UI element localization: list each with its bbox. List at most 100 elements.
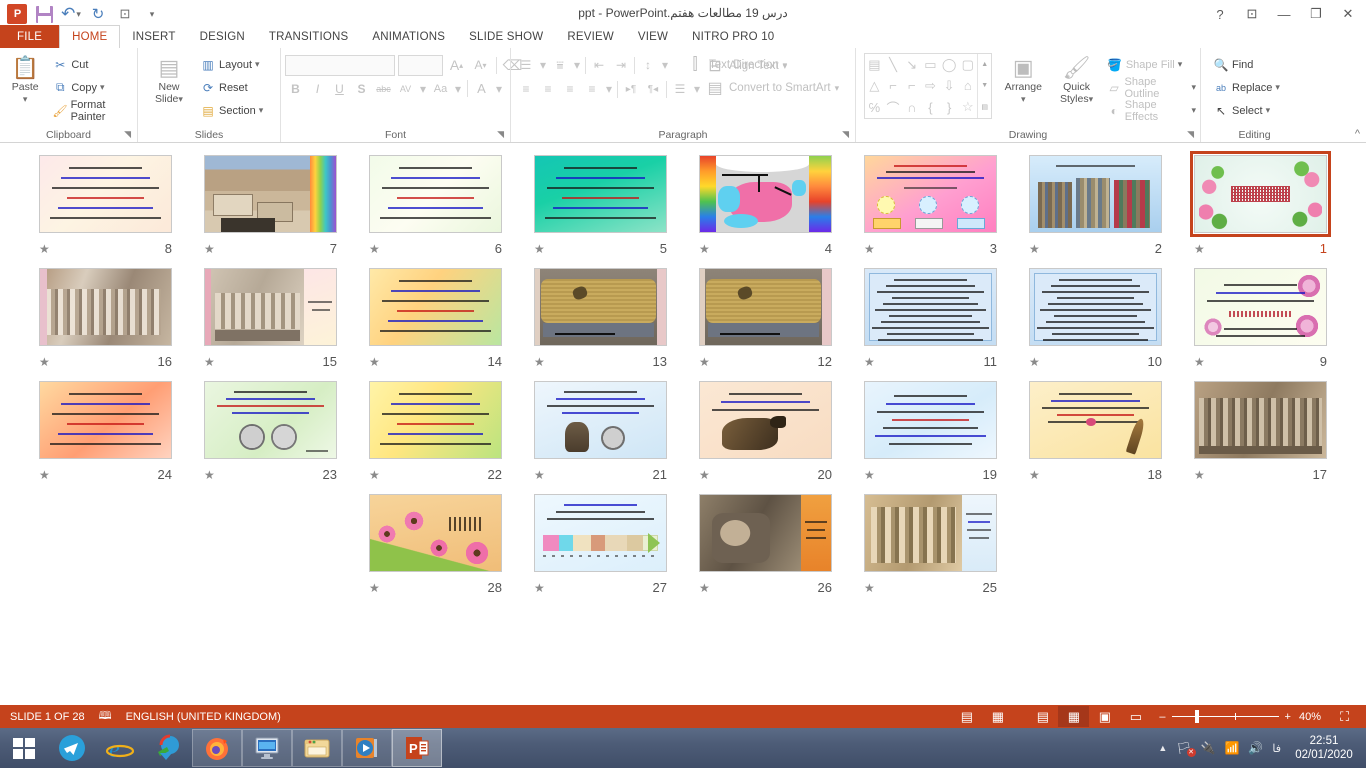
line-spacing-button[interactable]: ↕ — [637, 55, 659, 76]
shape-outline-button[interactable]: ▱ Shape Outline ▾ — [1105, 76, 1196, 99]
language-indicator-tray[interactable]: فا — [1272, 742, 1281, 755]
chevron-down-icon[interactable]: ▾ — [493, 78, 505, 99]
shape-elbow-connector-icon[interactable]: ⌐ — [884, 75, 903, 96]
cut-button[interactable]: ✂ Cut — [50, 53, 133, 76]
slide-animation-star-icon[interactable]: ★ — [1194, 468, 1205, 482]
slide-animation-star-icon[interactable]: ★ — [864, 581, 875, 595]
slide-thumbnail-20[interactable] — [695, 377, 836, 463]
bold-button[interactable]: B — [285, 78, 306, 99]
chevron-down-icon[interactable]: ▾ — [417, 78, 429, 99]
shape-pentagon-icon[interactable]: ⌂ — [958, 75, 977, 96]
shape-oval-icon[interactable]: ◯ — [940, 54, 959, 75]
remote-desktop-icon[interactable] — [242, 729, 292, 767]
shape-textbox-icon[interactable]: ▤ — [865, 54, 884, 75]
slide-thumbnail-item[interactable]: ★1 — [1178, 143, 1343, 256]
slide-thumbnail-14[interactable] — [365, 264, 506, 350]
slide-animation-star-icon[interactable]: ★ — [1029, 468, 1040, 482]
slide-animation-star-icon[interactable]: ★ — [39, 468, 50, 482]
slide-thumbnail-3[interactable] — [860, 151, 1001, 237]
shrink-font-icon[interactable]: A▾ — [470, 55, 491, 76]
reset-button[interactable]: ⟳ Reset — [198, 76, 263, 99]
volume-icon[interactable]: 🔊 — [1248, 741, 1263, 755]
quick-styles-button[interactable]: 🖌 Quick Styles▾ — [1054, 53, 1099, 105]
slide-thumbnail-item[interactable]: ★15 — [188, 256, 353, 369]
paragraph-dialog-launcher[interactable]: ◥ — [842, 127, 849, 141]
slide-thumbnail-item[interactable]: ★8 — [23, 143, 188, 256]
drawing-dialog-launcher[interactable]: ◥ — [1187, 127, 1194, 141]
chevron-down-icon[interactable]: ▾ — [452, 78, 464, 99]
slide-thumbnail-item[interactable]: ★16 — [23, 256, 188, 369]
windows-start-icon[interactable] — [0, 728, 48, 768]
tab-nitro-pro[interactable]: NITRO PRO 10 — [680, 25, 786, 48]
increase-indent-button[interactable]: ⇥ — [610, 55, 632, 76]
slide-animation-star-icon[interactable]: ★ — [39, 355, 50, 369]
zoom-level-label[interactable]: 40% — [1299, 711, 1321, 723]
tab-animations[interactable]: ANIMATIONS — [360, 25, 457, 48]
slide-thumbnail-item[interactable]: ★21 — [518, 369, 683, 482]
tab-review[interactable]: REVIEW — [555, 25, 626, 48]
slide-show-button[interactable]: ▭ — [1120, 706, 1151, 727]
internet-download-manager-icon[interactable] — [144, 728, 192, 768]
paste-button[interactable]: 📋 Paste ▾ — [4, 53, 46, 105]
ltr-text-direction-button[interactable]: ▸¶ — [620, 79, 642, 100]
new-slide-button[interactable]: ▤ New Slide▾ — [142, 53, 196, 105]
slide-thumbnail-item[interactable]: ★9 — [1178, 256, 1343, 369]
close-icon[interactable]: ✕ — [1332, 1, 1364, 27]
slide-animation-star-icon[interactable]: ★ — [1029, 242, 1040, 256]
slide-thumbnail-7[interactable] — [200, 151, 341, 237]
slide-animation-star-icon[interactable]: ★ — [369, 355, 380, 369]
underline-button[interactable]: U — [329, 78, 350, 99]
slide-thumbnail-item[interactable]: ★12 — [683, 256, 848, 369]
slide-animation-star-icon[interactable]: ★ — [369, 242, 380, 256]
zoom-in-button[interactable]: + — [1285, 711, 1291, 723]
slide-thumbnail-26[interactable] — [695, 490, 836, 576]
firefox-icon[interactable] — [192, 729, 242, 767]
tab-slide-show[interactable]: SLIDE SHOW — [457, 25, 555, 48]
tab-transitions[interactable]: TRANSITIONS — [257, 25, 361, 48]
slide-thumbnail-9[interactable] — [1190, 264, 1331, 350]
gallery-more-icon[interactable]: ▤ — [978, 97, 991, 118]
shapes-gallery[interactable]: ▤ ╲ ↘ ▭ ◯ ▢ ▲ ▼ ▤ △ ⌐ ⌐ ⇨ ⇩ ⌂ ℅ ⌒ ∩ — [864, 53, 992, 119]
zoom-track[interactable] — [1172, 716, 1279, 717]
restore-icon[interactable]: ❐ — [1300, 1, 1332, 27]
slide-thumbnail-item[interactable]: ★20 — [683, 369, 848, 482]
slide-thumbnail-1[interactable] — [1190, 151, 1331, 237]
tab-insert[interactable]: INSERT — [120, 25, 187, 48]
chevron-down-icon[interactable]: ▾ — [603, 79, 615, 100]
slide-thumbnail-item[interactable]: ★13 — [518, 256, 683, 369]
slide-sorter-view-button[interactable]: ▦ — [1058, 706, 1089, 727]
shape-line-icon[interactable]: ╲ — [884, 54, 903, 75]
slide-thumbnail-16[interactable] — [35, 264, 176, 350]
slide-animation-star-icon[interactable]: ★ — [699, 468, 710, 482]
slide-thumbnail-item[interactable]: ★7 — [188, 143, 353, 256]
clipboard-dialog-launcher[interactable]: ◥ — [124, 127, 131, 141]
slide-thumbnail-item[interactable]: ★26 — [683, 482, 848, 595]
shape-left-brace-icon[interactable]: { — [921, 97, 940, 118]
scroll-up-icon[interactable]: ▲ — [978, 54, 991, 75]
slide-thumbnail-21[interactable] — [530, 377, 671, 463]
slide-animation-star-icon[interactable]: ★ — [1194, 242, 1205, 256]
strikethrough-button[interactable]: abc — [373, 78, 394, 99]
slide-thumbnail-item[interactable]: ★25 — [848, 482, 1013, 595]
shape-curve-icon[interactable]: ⌒ — [884, 97, 903, 118]
slide-animation-star-icon[interactable]: ★ — [204, 242, 215, 256]
comments-icon[interactable]: ▦ — [982, 706, 1013, 727]
chevron-down-icon[interactable]: ▾ — [659, 55, 671, 76]
slide-animation-star-icon[interactable]: ★ — [534, 468, 545, 482]
slide-thumbnail-18[interactable] — [1025, 377, 1166, 463]
slide-thumbnail-27[interactable] — [530, 490, 671, 576]
slide-thumbnail-13[interactable] — [530, 264, 671, 350]
slide-thumbnail-item[interactable]: ★5 — [518, 143, 683, 256]
shape-scribble-icon[interactable]: ℅ — [865, 97, 884, 118]
layout-button[interactable]: ▥ Layout ▾ — [198, 53, 263, 76]
font-name-input[interactable] — [285, 55, 395, 76]
slide-animation-star-icon[interactable]: ★ — [534, 242, 545, 256]
align-left-button[interactable]: ≡ — [515, 79, 537, 100]
slide-thumbnail-17[interactable] — [1190, 377, 1331, 463]
slide-thumbnail-22[interactable] — [365, 377, 506, 463]
convert-to-smartart-button[interactable]: ▤ Convert to SmartArt ▾ — [705, 77, 839, 99]
slide-thumbnail-item[interactable]: ★24 — [23, 369, 188, 482]
slide-thumbnail-item[interactable]: ★4 — [683, 143, 848, 256]
slide-animation-star-icon[interactable]: ★ — [39, 242, 50, 256]
zoom-slider[interactable]: – + — [1159, 711, 1291, 723]
